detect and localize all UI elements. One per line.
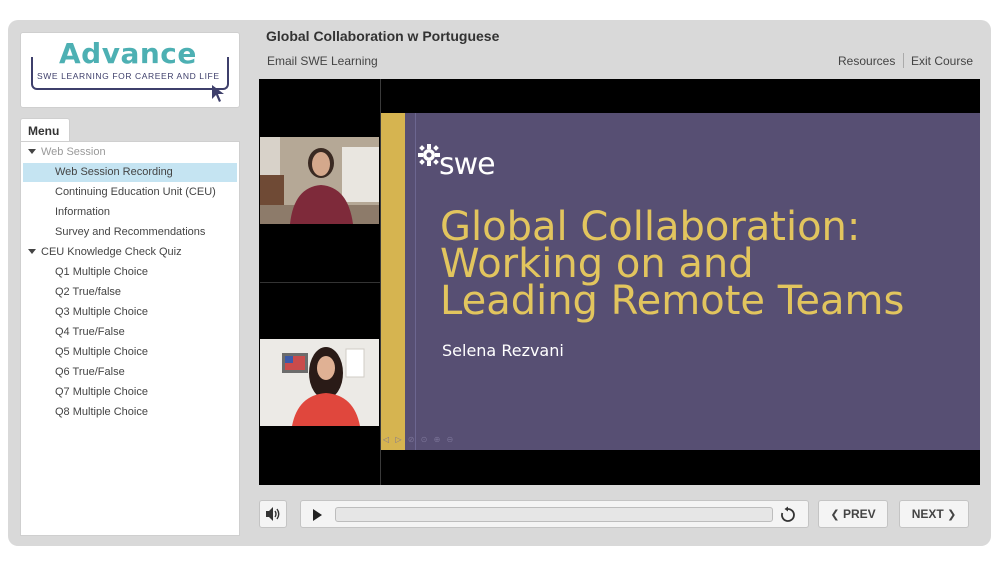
slide-title-line: Leading Remote Teams <box>440 278 905 324</box>
menu-tab[interactable]: Menu <box>20 118 70 142</box>
exit-course-link[interactable]: Exit Course <box>911 54 973 68</box>
play-icon[interactable] <box>313 509 322 521</box>
menu-section[interactable]: Web Session <box>21 143 237 162</box>
slide-rule <box>415 113 416 450</box>
menu-item[interactable]: Continuing Education Unit (CEU) <box>21 183 237 202</box>
course-title: Global Collaboration w Portuguese <box>266 28 500 44</box>
header-divider <box>903 53 904 68</box>
cursor-icon <box>212 85 224 102</box>
menu-item[interactable]: Q6 True/False <box>21 363 237 382</box>
prev-button-label: PREV <box>842 507 876 521</box>
menu-panel: Web Session Web Session Recording Continui… <box>20 141 240 536</box>
advance-logo: Advance SWE LEARNING FOR CAREER AND LIFE <box>20 32 240 108</box>
playback-bar <box>300 500 809 528</box>
progress-slider[interactable] <box>335 507 773 522</box>
caret-down-icon <box>28 249 36 254</box>
menu-item[interactable]: Q7 Multiple Choice <box>21 383 237 402</box>
menu-item[interactable]: Survey and Recommendations <box>21 223 237 242</box>
menu-item[interactable]: Q3 Multiple Choice <box>21 303 237 322</box>
chevron-left-icon: ❮ <box>830 509 840 521</box>
menu-item[interactable]: Q2 True/false <box>21 283 237 302</box>
slide-toolbar-icons: ◁ ▷ ⊘ ⊙ ⊕ ⊖ <box>383 435 456 444</box>
slide-title: Global Collaboration: Working on and Lea… <box>440 207 970 324</box>
menu-section-label: CEU Knowledge Check Quiz <box>41 246 182 258</box>
volume-icon <box>266 507 280 521</box>
menu-item[interactable]: Information <box>21 203 237 222</box>
tile-divider <box>260 282 380 283</box>
menu-item[interactable]: Q1 Multiple Choice <box>21 263 237 282</box>
next-button[interactable]: NEXT ❯ <box>899 500 969 528</box>
menu-section-label: Web Session <box>41 146 106 158</box>
course-player-frame: Advance SWE LEARNING FOR CAREER AND LIFE… <box>8 20 991 546</box>
caret-down-icon <box>28 149 36 154</box>
presentation-slide: swe Global Collaboration: Working on and… <box>381 113 980 450</box>
slide-presenter-name: Selena Rezvani <box>442 341 564 360</box>
menu-item[interactable]: Web Session Recording <box>23 163 237 182</box>
prev-button[interactable]: ❮ PREV <box>818 500 888 528</box>
swe-brand-text: swe <box>439 147 496 182</box>
menu-item[interactable]: Q4 True/False <box>21 323 237 342</box>
participant-video-2 <box>260 339 379 426</box>
video-player[interactable]: swe Global Collaboration: Working on and… <box>259 79 980 485</box>
menu-section[interactable]: CEU Knowledge Check Quiz <box>21 243 237 262</box>
email-link[interactable]: Email SWE Learning <box>267 54 378 68</box>
replay-icon[interactable] <box>779 506 797 524</box>
volume-button[interactable] <box>259 500 287 528</box>
menu-item[interactable]: Q5 Multiple Choice <box>21 343 237 362</box>
menu-item[interactable]: Q8 Multiple Choice <box>21 403 237 422</box>
resources-link[interactable]: Resources <box>838 54 895 68</box>
logo-tagline: SWE LEARNING FOR CAREER AND LIFE <box>37 71 220 81</box>
slide-accent-bar <box>381 113 405 450</box>
next-button-label: NEXT <box>911 507 944 521</box>
participant-video-1 <box>260 137 379 224</box>
chevron-right-icon: ❯ <box>947 509 957 521</box>
